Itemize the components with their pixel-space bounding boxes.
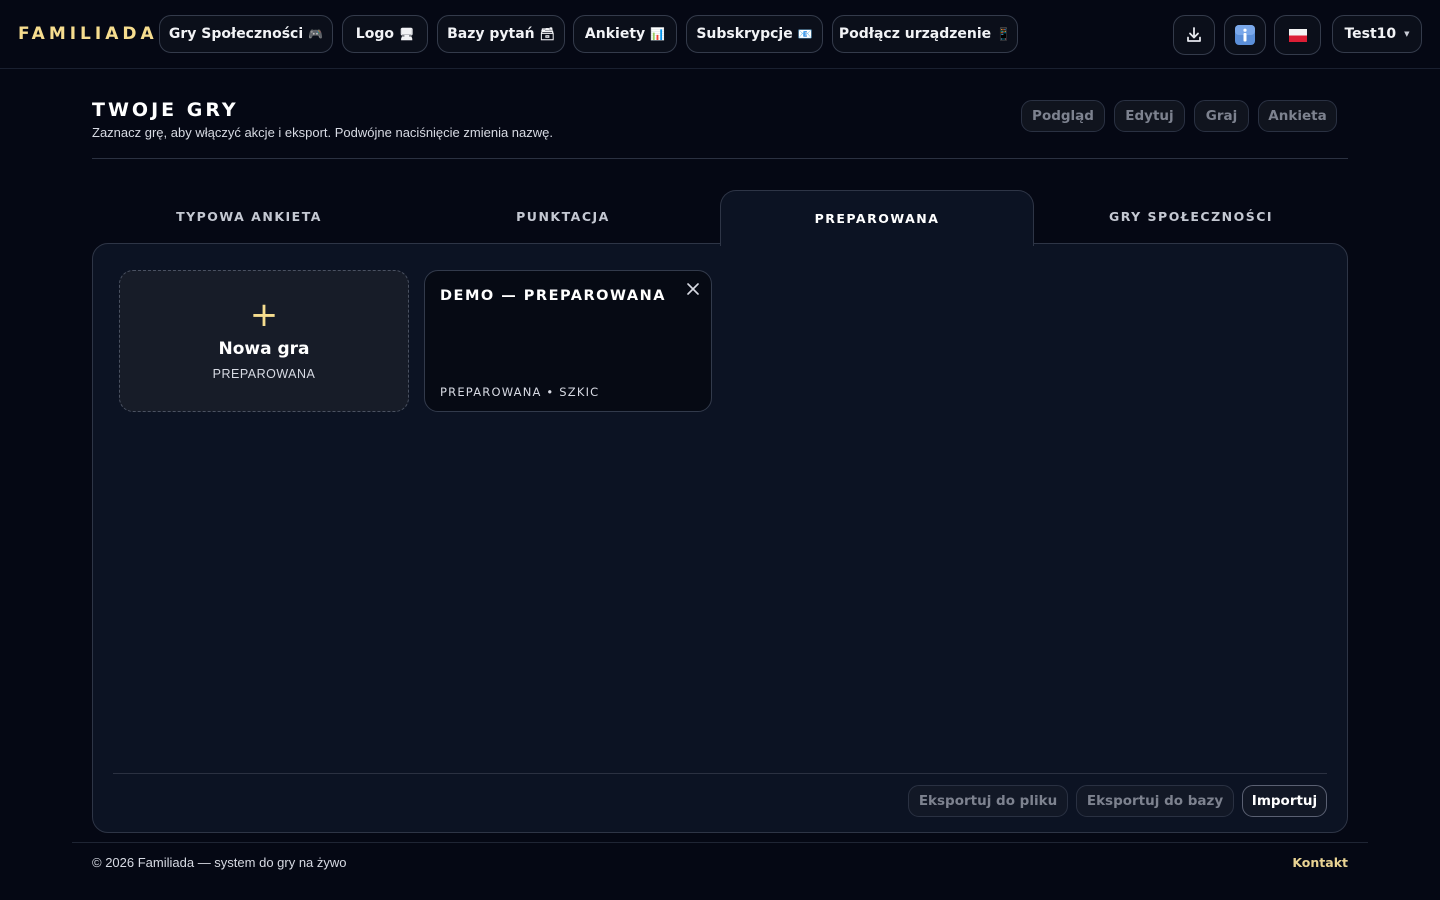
- tab-typical-poll[interactable]: TYPOWA ANKIETA: [92, 190, 406, 242]
- monitor-icon: 🖥: [398, 27, 415, 41]
- new-game-type: PREPAROWANA: [212, 367, 316, 381]
- bar-chart-icon: 📊: [650, 27, 666, 41]
- poll-button[interactable]: Ankieta: [1258, 100, 1337, 132]
- page-title: TWOJE GRY: [92, 99, 239, 121]
- nav-community-games[interactable]: Gry Społeczności 🎮: [159, 15, 333, 53]
- copyright-text: © 2026 Familiada — system do gry na żywo: [92, 855, 347, 870]
- games-panel: + Nowa gra PREPAROWANA DEMO — PREPAROWAN…: [92, 243, 1348, 833]
- info-button[interactable]: [1224, 15, 1266, 55]
- brand-logo[interactable]: FAMILIADA: [18, 24, 158, 44]
- top-bar: FAMILIADA Gry Społeczności 🎮 Logo 🖥 Bazy…: [0, 0, 1440, 69]
- close-icon[interactable]: [684, 280, 702, 298]
- contact-link[interactable]: Kontakt: [1292, 855, 1348, 870]
- tab-scoring[interactable]: PUNKTACJA: [406, 190, 720, 242]
- nav-label: Subskrypcje: [696, 26, 793, 42]
- play-button[interactable]: Graj: [1194, 100, 1249, 132]
- nav-subscriptions[interactable]: Subskrypcje 📧: [686, 15, 823, 53]
- preview-button[interactable]: Podgląd: [1021, 100, 1105, 132]
- caret-down-icon: ▼: [1404, 30, 1410, 38]
- gamepad-icon: 🎮: [308, 27, 324, 41]
- game-card[interactable]: DEMO — PREPAROWANA PREPAROWANA • SZKIC: [424, 270, 712, 412]
- page-subtitle: Zaznacz grę, aby włączyć akcje i eksport…: [92, 125, 553, 140]
- new-game-title: Nowa gra: [218, 339, 310, 359]
- nav-connect-device[interactable]: Podłącz urządzenie 📱: [832, 15, 1018, 53]
- panel-divider: [113, 773, 1327, 774]
- new-game-card[interactable]: + Nowa gra PREPAROWANA: [119, 270, 409, 412]
- export-db-button[interactable]: Eksportuj do bazy: [1076, 785, 1234, 817]
- nav-question-bases[interactable]: Bazy pytań 🗃: [437, 15, 565, 53]
- game-meta: PREPAROWANA • SZKIC: [440, 385, 600, 399]
- nav-logo[interactable]: Logo 🖥: [342, 15, 428, 53]
- edit-button[interactable]: Edytuj: [1114, 100, 1185, 132]
- download-button[interactable]: [1173, 15, 1215, 55]
- tab-prepared[interactable]: PREPAROWANA: [720, 190, 1034, 246]
- info-icon: [1235, 25, 1255, 45]
- header-divider: [92, 158, 1348, 159]
- nav-label: Bazy pytań: [447, 26, 535, 42]
- nav-label: Ankiety: [584, 26, 646, 42]
- nav-label: Logo: [355, 26, 394, 42]
- nav-label: Gry Społeczności: [168, 26, 304, 42]
- download-icon: [1187, 27, 1201, 42]
- mail-icon: 📧: [797, 27, 813, 41]
- nav-label: Podłącz urządzenie: [838, 26, 992, 42]
- language-button[interactable]: [1274, 15, 1321, 55]
- game-title: DEMO — PREPAROWANA: [440, 288, 666, 304]
- flag-pl-icon: [1288, 28, 1307, 42]
- phone-icon: 📱: [996, 27, 1012, 41]
- import-button[interactable]: Importuj: [1242, 785, 1327, 817]
- card-box-icon: 🗃: [539, 27, 555, 41]
- footer-divider: [72, 842, 1368, 843]
- user-menu-button[interactable]: Test10 ▼: [1332, 15, 1422, 53]
- tab-community-games[interactable]: GRY SPOŁECZNOŚCI: [1034, 190, 1348, 242]
- nav-polls[interactable]: Ankiety 📊: [573, 15, 677, 53]
- plus-icon: +: [249, 295, 279, 335]
- user-name: Test10: [1344, 26, 1397, 42]
- export-file-button[interactable]: Eksportuj do pliku: [908, 785, 1068, 817]
